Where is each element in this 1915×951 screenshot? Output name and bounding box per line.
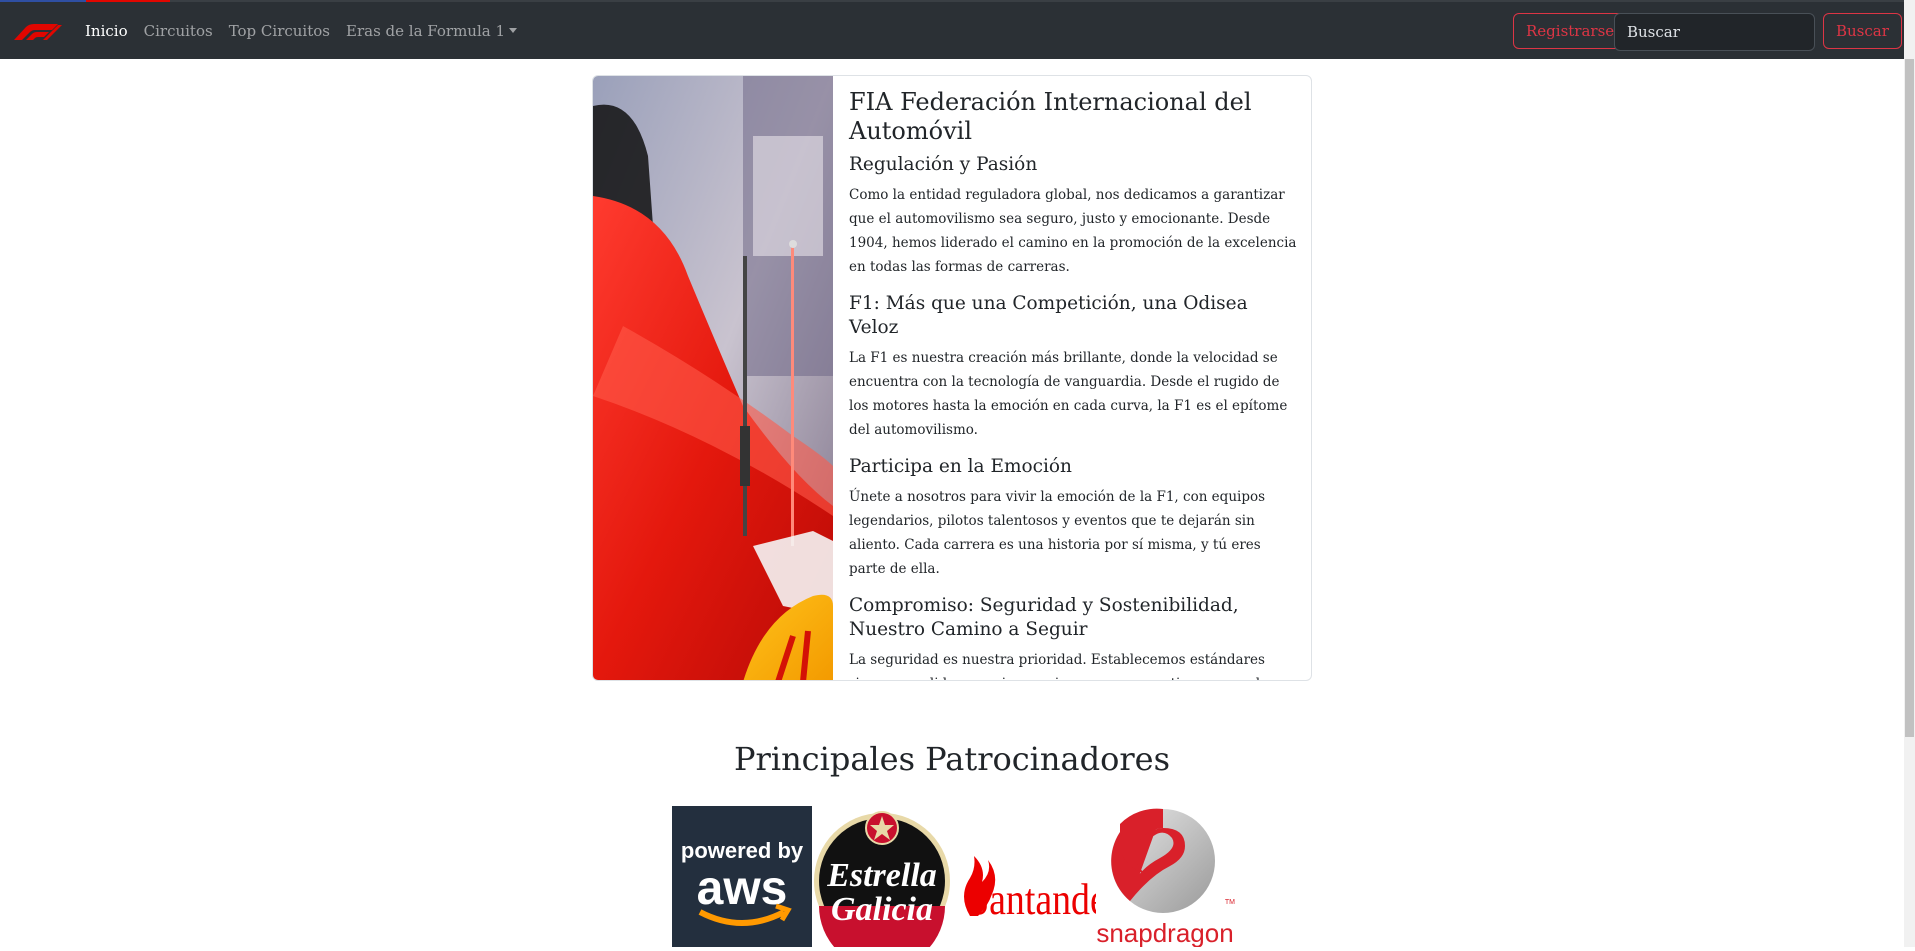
aws-logo-line2: aws	[697, 862, 788, 915]
aws-logo-icon[interactable]: powered by aws	[672, 806, 812, 947]
fia-info-card: FIA Federación Internacional del Automóv…	[592, 75, 1312, 681]
nav-link-top-circuitos[interactable]: Top Circuitos	[229, 22, 330, 40]
section-heading: Regulación y Pasión	[849, 153, 1038, 175]
nav-dropdown-eras[interactable]: Eras de la Formula 1	[346, 21, 518, 40]
section-text: La seguridad es nuestra prioridad. Estab…	[849, 651, 1268, 680]
snapdragon-logo-icon[interactable]: TM snapdragon	[1090, 806, 1240, 948]
nav-links: Inicio Circuitos Top Circuitos Eras de l…	[85, 2, 533, 59]
nav-link-inicio[interactable]: Inicio	[85, 22, 128, 40]
santander-logo-text: Santander	[968, 874, 1096, 923]
estrella-logo-line1: Estrella	[826, 857, 937, 894]
search-input[interactable]	[1614, 13, 1815, 51]
estrella-logo-line2: Galicia	[831, 891, 933, 928]
f1-logo-icon[interactable]	[12, 20, 62, 42]
ferrari-car-image	[593, 76, 833, 680]
estrella-galicia-logo-icon[interactable]: Estrella Galicia	[812, 806, 952, 951]
aws-logo-line1: powered by	[681, 838, 804, 863]
sponsors-title: Principales Patrocinadores	[734, 740, 1170, 778]
caret-down-icon	[509, 27, 518, 33]
card-title: FIA Federación Internacional del Automóv…	[849, 88, 1252, 145]
search-button[interactable]: Buscar	[1823, 13, 1902, 49]
santander-logo-icon[interactable]: Santander	[956, 806, 1120, 947]
card-body: FIA Federación Internacional del Automóv…	[849, 88, 1299, 680]
section-heading: Compromiso: Seguridad y Sostenibilidad, …	[849, 594, 1239, 640]
scrollbar-thumb[interactable]	[1905, 59, 1914, 737]
section-text: Únete a nosotros para vivir la emoción d…	[849, 488, 1266, 577]
section-heading: Participa en la Emoción	[849, 455, 1072, 477]
section-heading: F1: Más que una Competición, una Odisea …	[849, 292, 1248, 338]
nav-dropdown-eras-label: Eras de la Formula 1	[346, 21, 506, 40]
svg-text:TM: TM	[1225, 899, 1235, 906]
section-text: Como la entidad reguladora global, nos d…	[849, 186, 1297, 275]
section-text: La F1 es nuestra creación más brillante,…	[849, 349, 1288, 438]
navbar: Inicio Circuitos Top Circuitos Eras de l…	[0, 2, 1904, 59]
snapdragon-logo-text: snapdragon	[1096, 918, 1233, 947]
page-scrollbar[interactable]	[1904, 0, 1915, 947]
nav-link-circuitos[interactable]: Circuitos	[144, 22, 213, 40]
register-button[interactable]: Registrarse	[1513, 13, 1628, 49]
